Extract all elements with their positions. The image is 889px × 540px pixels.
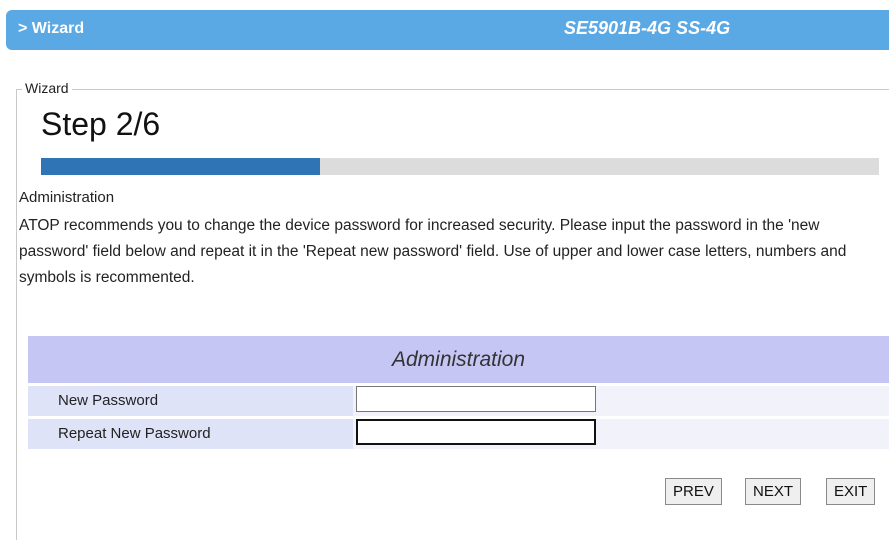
step-title: Step 2/6	[41, 106, 161, 142]
device-model: SE5901B-4G SS-4G	[564, 18, 731, 38]
exit-button[interactable]: EXIT	[826, 478, 876, 505]
repeat-password-cell	[353, 419, 889, 449]
progress-bar	[41, 158, 879, 175]
next-button[interactable]: NEXT	[745, 478, 802, 505]
progress-fill	[41, 158, 321, 175]
new-password-cell	[353, 386, 889, 416]
page-header: > Wizard SE5901B-4G SS-4G	[6, 10, 889, 50]
administration-table: Administration New Password Repeat New P…	[28, 336, 889, 449]
wizard-legend: Wizard	[22, 80, 72, 96]
breadcrumb: > Wizard	[18, 20, 85, 37]
repeat-password-label: Repeat New Password	[58, 425, 211, 442]
section-label: Administration	[19, 189, 115, 206]
new-password-row: New Password	[28, 386, 889, 416]
wizard-fieldset	[16, 89, 889, 540]
new-password-label: New Password	[58, 392, 159, 409]
new-password-input[interactable]	[356, 386, 596, 412]
prev-button[interactable]: PREV	[665, 478, 722, 505]
repeat-password-row: Repeat New Password	[28, 419, 889, 449]
description-text: ATOP recommends you to change the device…	[19, 217, 847, 286]
table-title: Administration	[28, 336, 889, 383]
repeat-password-input[interactable]	[356, 419, 596, 445]
